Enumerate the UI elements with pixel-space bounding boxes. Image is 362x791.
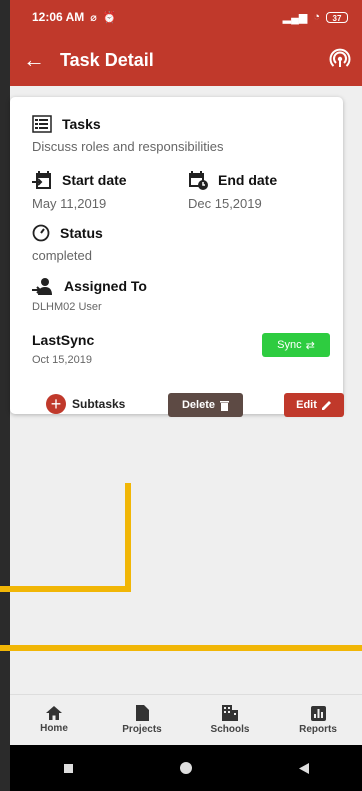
status-section: Status completed: [32, 224, 103, 263]
sync-button[interactable]: Sync ⇄: [262, 333, 330, 357]
wifi-icon: ◔: [313, 11, 320, 23]
system-navigation-bar: [10, 745, 362, 791]
home-icon: [46, 706, 62, 720]
nav-projects[interactable]: Projects: [98, 695, 186, 745]
page-title: Task Detail: [60, 49, 154, 70]
sync-label: Sync: [277, 339, 302, 351]
subtasks-label: Subtasks: [72, 397, 126, 411]
recents-icon[interactable]: [63, 763, 73, 773]
calendar-import-icon: [32, 171, 51, 189]
nav-reports[interactable]: Reports: [274, 695, 362, 745]
assigned-to-label: Assigned To: [64, 278, 147, 294]
last-sync-value: Oct 15,2019: [32, 354, 92, 366]
annotation-line-long: [0, 645, 362, 651]
broadcast-icon[interactable]: [328, 48, 352, 72]
status-time: 12:06 AM: [32, 10, 85, 24]
nav-schools-label: Schools: [210, 724, 250, 735]
status-value: completed: [32, 248, 92, 263]
nav-schools[interactable]: Schools: [186, 695, 274, 745]
annotation-line-vertical: [125, 483, 131, 592]
assigned-to-section: Assigned To DLHM02 User: [32, 277, 147, 313]
plus-icon: +: [46, 394, 66, 414]
assign-user-icon: [32, 278, 52, 295]
end-date-section: End date Dec 15,2019: [188, 170, 277, 211]
start-date-label: Start date: [62, 172, 127, 188]
nav-projects-label: Projects: [122, 724, 162, 735]
start-date-value: May 11,2019: [32, 196, 107, 211]
nav-home[interactable]: Home: [10, 695, 98, 745]
edit-button[interactable]: Edit: [284, 393, 344, 417]
end-date-label: End date: [218, 172, 278, 188]
trash-icon: [220, 400, 230, 411]
sync-icon: ⇄: [305, 339, 315, 352]
add-subtasks-button[interactable]: + Subtasks: [46, 394, 125, 414]
status-bar: 12:06 AM ⌀ ⏰ ▂▄▆ ◔ 37: [10, 0, 362, 34]
end-date-value: Dec 15,2019: [188, 196, 262, 211]
tasks-section: Tasks Discuss roles and responsibilities: [32, 115, 223, 154]
building-icon: [222, 705, 238, 721]
edit-label: Edit: [296, 399, 317, 411]
nav-home-label: Home: [40, 723, 68, 734]
annotation-line-short: [0, 586, 131, 592]
battery-icon: 37: [326, 11, 348, 23]
bottom-navigation: Home Projects Schools Reports: [10, 694, 362, 745]
pencil-icon: [321, 400, 331, 410]
back-arrow-icon[interactable]: ←: [10, 47, 58, 73]
status-label: Status: [60, 225, 103, 241]
delete-button[interactable]: Delete: [168, 393, 243, 417]
home-circle-icon[interactable]: [179, 762, 192, 774]
tasks-value: Discuss roles and responsibilities: [32, 139, 224, 154]
link-icon: ⌀: [90, 11, 97, 24]
device-frame-left: [0, 0, 10, 791]
tasks-label: Tasks: [62, 116, 101, 132]
back-triangle-icon[interactable]: [298, 762, 309, 774]
app-bar: ← Task Detail: [10, 34, 362, 86]
alarm-icon: ⏰: [102, 11, 117, 24]
timer-icon: [32, 224, 50, 242]
list-icon: [32, 115, 52, 133]
signal-icon: ▂▄▆: [282, 11, 308, 24]
delete-label: Delete: [181, 399, 216, 411]
nav-reports-label: Reports: [299, 723, 337, 735]
bar-chart-icon: [310, 705, 326, 721]
start-date-section: Start date May 11,2019: [32, 170, 127, 211]
file-icon: [135, 705, 149, 721]
calendar-clock-icon: [189, 171, 208, 190]
assigned-to-value: DLHM02 User: [32, 301, 102, 313]
task-detail-card: Tasks Discuss roles and responsibilities…: [10, 97, 344, 417]
last-sync-label: LastSync: [32, 332, 95, 348]
last-sync-section: LastSync Oct 15,2019: [32, 332, 94, 366]
